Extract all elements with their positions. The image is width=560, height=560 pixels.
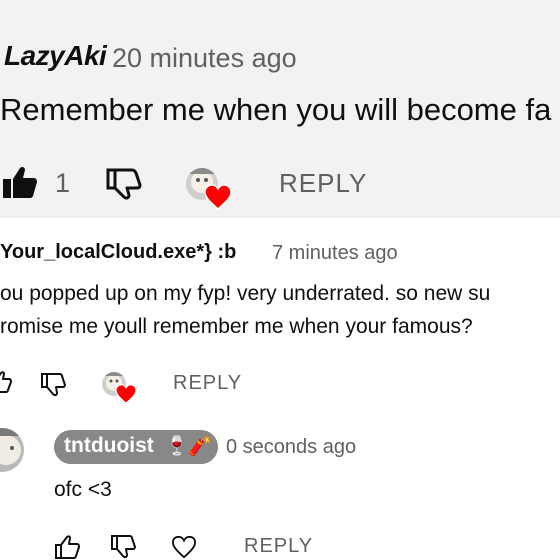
comment-author[interactable]: LazyAki [4,40,107,72]
thumbs-down-icon[interactable] [111,535,137,559]
comment-text: ofc <3 [54,478,112,501]
heart-icon [204,184,232,210]
comment-author[interactable]: tntduoist [64,434,154,458]
comment-timestamp[interactable]: 7 minutes ago [272,242,398,265]
reply-button[interactable]: REPLY [279,168,367,199]
thumbs-up-icon[interactable] [0,371,12,393]
comment-timestamp[interactable]: 0 seconds ago [226,436,356,459]
reply-button[interactable]: REPLY [244,535,313,558]
comment-text-line: ou popped up on my fyp! very underrated.… [0,282,491,305]
comment-text-line: romise me youll remember me when your fa… [0,315,473,338]
user-avatar[interactable] [0,428,24,472]
thumbs-up-icon[interactable] [55,535,81,559]
heart-icon [115,384,137,404]
comment-author[interactable]: Your_localCloud.exe*} :b [0,241,236,264]
comment-timestamp[interactable]: 20 minutes ago [112,43,297,74]
reply-button[interactable]: REPLY [173,372,242,395]
thumbs-down-icon[interactable] [41,373,67,397]
like-count: 1 [55,168,71,198]
author-emoji: 🍷🧨 [165,436,213,457]
comment-text: Remember me when you will become fa [0,92,552,127]
thumbs-down-icon[interactable] [106,168,142,200]
thumbs-up-icon[interactable] [2,166,38,200]
heart-outline-icon[interactable] [171,535,197,559]
